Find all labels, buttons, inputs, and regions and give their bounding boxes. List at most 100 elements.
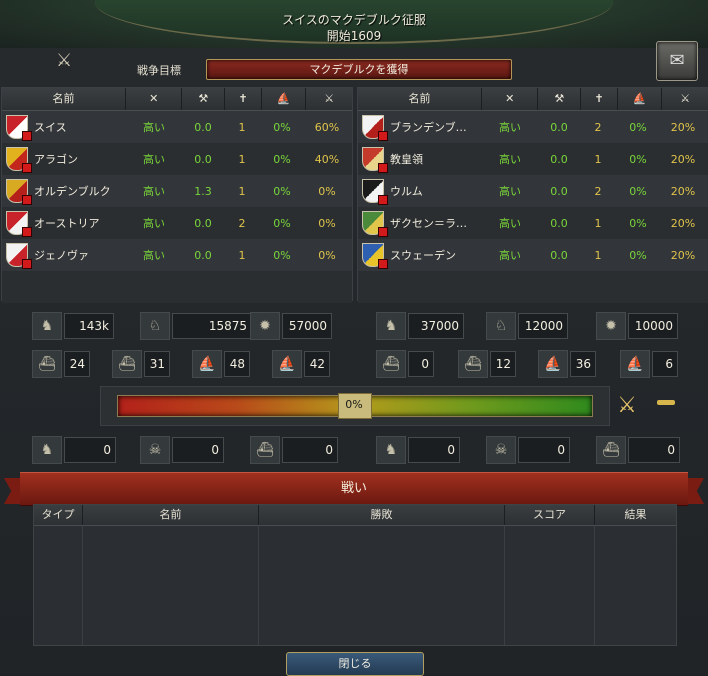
participant-row[interactable]: ジェノヴァ 高い 0.0 1 0% 0% <box>2 239 352 271</box>
country-flag-icon[interactable] <box>6 243 32 269</box>
contribution-value: 0% <box>318 184 336 198</box>
attrition-value: 0.0 <box>550 216 568 230</box>
country-name: ウルム <box>390 185 423 198</box>
country-name: スウェーデン <box>390 249 456 262</box>
column-type[interactable]: タイプ <box>34 505 83 525</box>
cavalry-icon: ♘ <box>486 312 516 340</box>
empty-row <box>2 271 352 303</box>
column-result[interactable]: 勝敗 <box>259 505 505 525</box>
participant-row[interactable]: オルデンブルク 高い 1.3 1 0% 0% <box>2 175 352 207</box>
minus-icon[interactable] <box>657 400 675 405</box>
country-name: オルデンブルク <box>34 185 111 198</box>
attrition-value: 0.0 <box>550 152 568 166</box>
country-flag-icon[interactable] <box>6 211 32 237</box>
country-flag-icon[interactable] <box>6 147 32 173</box>
country-name: ブランデンブ… <box>390 121 467 134</box>
cross-icon: ✝ <box>225 88 262 110</box>
ship-icon: ⛵ <box>262 88 307 110</box>
def-loss-ships: ⛴ 0 <box>596 436 680 464</box>
participant-row[interactable]: オーストリア 高い 0.0 2 0% 0% <box>2 207 352 239</box>
participation-value: 高い <box>499 217 521 230</box>
war-exhaustion-value: 1 <box>594 248 602 262</box>
attrition-value: 0.0 <box>194 152 212 166</box>
participant-row[interactable]: ブランデンブ… 高い 0.0 2 0% 20% <box>358 111 708 143</box>
war-start-date: 開始1609 <box>326 29 382 43</box>
war-exhaustion-value: 2 <box>594 120 602 134</box>
scroll-icon: ✉ <box>669 50 685 71</box>
artillery-icon: ✹ <box>250 312 280 340</box>
country-name: スイス <box>34 121 67 134</box>
participation-value: 高い <box>499 185 521 198</box>
att-galleys: ⛵ 48 <box>192 350 250 378</box>
infantry-icon: ♞ <box>376 312 406 340</box>
war-options-button[interactable]: ✉ <box>656 41 698 81</box>
country-flag-icon[interactable] <box>362 179 388 205</box>
contribution-value: 20% <box>670 248 696 262</box>
infantry-loss-icon: ♞ <box>376 436 406 464</box>
attack-icon: ⚒ <box>538 88 582 110</box>
light-ship-icon: ⛴ <box>458 350 488 378</box>
country-flag-icon[interactable] <box>362 147 388 173</box>
war-score-text: 0% <box>345 398 363 411</box>
participation-value: 高い <box>143 185 165 198</box>
galley-icon: ⛵ <box>538 350 568 378</box>
participation-value: 高い <box>143 249 165 262</box>
naval-value: 0% <box>273 120 291 134</box>
infantry-icon: ♞ <box>32 312 62 340</box>
attrition-value: 0.0 <box>194 120 212 134</box>
contribution-value: 20% <box>670 120 696 134</box>
country-name: アラゴン <box>34 153 78 166</box>
war-exhaustion-value: 1 <box>238 184 246 198</box>
defenders-table: 名前 ✕ ⚒ ✝ ⛵ ⚔ ブランデンブ… 高い 0.0 2 0% 20% 教皇領 高い 0.0 1… <box>357 87 708 303</box>
naval-value: 0% <box>629 120 647 134</box>
country-name: ザクセン＝ラ… <box>390 217 467 230</box>
heavy-ship-icon: ⛴ <box>32 350 62 378</box>
war-goal-bar[interactable]: マクデブルクを獲得 <box>206 59 512 80</box>
transport-icon: ⛵ <box>272 350 302 378</box>
attack-icon: ⚒ <box>182 88 226 110</box>
participant-row[interactable]: 教皇領 高い 0.0 1 0% 20% <box>358 143 708 175</box>
att-transports: ⛵ 42 <box>272 350 330 378</box>
participant-row[interactable]: ザクセン＝ラ… 高い 0.0 1 0% 20% <box>358 207 708 239</box>
participant-row[interactable]: スウェーデン 高い 0.0 1 0% 20% <box>358 239 708 271</box>
country-flag-icon[interactable] <box>362 243 388 269</box>
country-flag-icon[interactable] <box>362 115 388 141</box>
cavalry-loss-icon: ☠ <box>486 436 516 464</box>
war-exhaustion-value: 2 <box>594 184 602 198</box>
attrition-value: 0.0 <box>550 248 568 262</box>
participant-row[interactable]: アラゴン 高い 0.0 1 0% 40% <box>2 143 352 175</box>
country-name: オーストリア <box>34 217 100 230</box>
column-battle-name[interactable]: 名前 <box>83 505 259 525</box>
naval-value: 0% <box>273 152 291 166</box>
participation-value: 高い <box>143 121 165 134</box>
participant-row[interactable]: ウルム 高い 0.0 2 0% 20% <box>358 175 708 207</box>
soldier-icon: ⚔ <box>680 92 691 105</box>
war-title: スイスのマクデブルク征服 <box>282 13 426 27</box>
column-score[interactable]: スコア <box>505 505 595 525</box>
close-button[interactable]: 閉じる <box>286 652 424 676</box>
def-light-ships: ⛴ 12 <box>458 350 516 378</box>
war-exhaustion-value: 1 <box>594 216 602 230</box>
crossed-swords-icon: ✕ <box>482 88 539 110</box>
cavalry-loss-icon: ☠ <box>140 436 170 464</box>
naval-value: 0% <box>273 216 291 230</box>
country-flag-icon[interactable] <box>362 211 388 237</box>
participation-value: 高い <box>499 153 521 166</box>
country-flag-icon[interactable] <box>6 115 32 141</box>
battles-table: タイプ 名前 勝敗 スコア 結果 <box>33 504 677 646</box>
column-outcome[interactable]: 結果 <box>595 505 676 525</box>
attrition-value: 0.0 <box>194 216 212 230</box>
battles-body <box>34 526 676 645</box>
participant-row[interactable]: スイス 高い 0.0 1 0% 60% <box>2 111 352 143</box>
country-flag-icon[interactable] <box>6 179 32 205</box>
def-artillery: ✹ 10000 <box>596 312 678 340</box>
war-exhaustion-value: 1 <box>238 152 246 166</box>
war-exhaustion-value: 1 <box>238 248 246 262</box>
battle-swords-icon[interactable]: ⚔ <box>613 392 641 420</box>
att-loss-ships: ⛴ 0 <box>250 436 338 464</box>
battles-title: 戦い <box>340 481 367 496</box>
battles-banner: 戦い <box>20 472 688 506</box>
def-galleys: ⛵ 36 <box>538 350 596 378</box>
att-loss-infantry: ♞ 0 <box>32 436 116 464</box>
naval-value: 0% <box>629 248 647 262</box>
